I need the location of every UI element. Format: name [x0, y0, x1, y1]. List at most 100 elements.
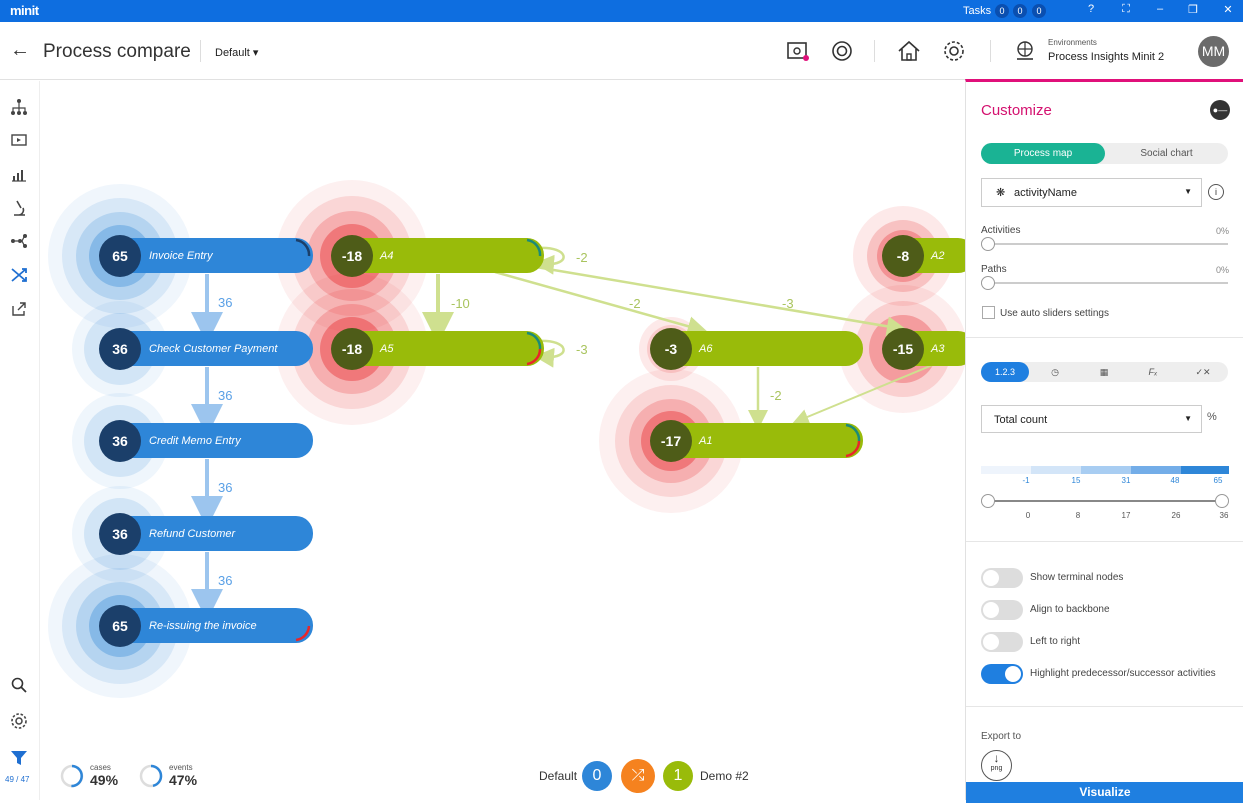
tab-social-chart[interactable]: Social chart [1105, 143, 1228, 164]
help-icon[interactable]: ? [1083, 3, 1099, 15]
node-count: -17 [660, 433, 682, 449]
filter-icon[interactable] [10, 749, 28, 767]
image-settings-icon[interactable] [784, 37, 812, 65]
scale-band [1131, 466, 1181, 474]
cases-value: 49% [90, 772, 119, 788]
info-icon[interactable]: i [1208, 184, 1224, 200]
tab-process-map[interactable]: Process map [981, 143, 1105, 164]
metric-tabs: 1.2.3 ◷ ▦ Fₓ ✓✕ [981, 362, 1228, 382]
paths-slider-track[interactable] [988, 282, 1228, 284]
scale-bottom-label: 0 [1025, 511, 1031, 520]
hierarchy-icon[interactable] [10, 98, 28, 116]
terminal-nodes-toggle[interactable] [981, 568, 1023, 588]
hierarchy-icon: ❋ [996, 187, 1006, 199]
task-count-badge[interactable]: 0 [1013, 4, 1027, 18]
restore-icon[interactable]: ❐ [1185, 3, 1201, 16]
function-icon[interactable]: Fₓ [1129, 362, 1177, 382]
search-icon[interactable] [10, 676, 28, 694]
environments-label: Environments [1048, 38, 1097, 47]
process-map[interactable]: 65 Invoice Entry 36 Check Customer Payme… [41, 81, 965, 800]
node-count: -15 [892, 341, 914, 357]
scale-band [1081, 466, 1131, 474]
pin-icon[interactable]: ●— [1210, 100, 1230, 120]
toggle-label: Align to backbone [1030, 604, 1110, 615]
toggle-label: Show terminal nodes [1030, 572, 1124, 583]
view-select-value: Default [215, 47, 250, 59]
export-png-button[interactable]: ↓ png [981, 750, 1012, 781]
paths-label: Paths [981, 264, 1007, 275]
export-icon[interactable] [10, 300, 28, 318]
edge-label: -3 [576, 342, 588, 357]
compare-icon[interactable] [10, 266, 28, 284]
left-to-right-toggle[interactable] [981, 632, 1023, 652]
scale-slider-min-handle[interactable] [981, 494, 995, 508]
gear-icon[interactable] [940, 37, 968, 65]
page-title: Process compare [43, 41, 191, 62]
scale-top-label: 15 [1071, 476, 1081, 485]
highlight-activities-toggle[interactable] [981, 664, 1023, 684]
scale-top-label: -1 [1022, 476, 1030, 485]
download-icon: ↓ [993, 751, 1000, 765]
minimize-icon[interactable]: – [1152, 3, 1168, 15]
microscope-icon[interactable] [10, 199, 28, 217]
align-backbone-toggle[interactable] [981, 600, 1023, 620]
tab-frequency[interactable]: 1.2.3 [981, 362, 1029, 382]
toggle-knob [983, 570, 999, 586]
close-icon[interactable]: ✕ [1220, 3, 1236, 16]
metric-value: Total count [994, 414, 1048, 426]
flow-icon[interactable] [10, 232, 28, 250]
scale-slider-track[interactable] [988, 500, 1222, 502]
export-format: png [990, 765, 1003, 772]
clock-icon[interactable]: ◷ [1031, 362, 1079, 382]
activities-label: Activities [981, 225, 1021, 236]
header: ← Process compare Default ▾ Environments… [0, 22, 1243, 80]
gear-icon[interactable] [10, 712, 28, 730]
swap-icon[interactable]: ⤮ [621, 759, 655, 793]
target-icon[interactable] [828, 37, 856, 65]
presentation-icon[interactable] [10, 132, 28, 150]
scale-top-label: 31 [1121, 476, 1131, 485]
home-icon[interactable] [895, 37, 923, 65]
avatar[interactable]: MM [1198, 36, 1229, 67]
legend-left-label: Default [539, 769, 578, 783]
tasks-label[interactable]: Tasks [963, 5, 991, 17]
node-count: 36 [112, 341, 128, 357]
node-count: 36 [112, 526, 128, 542]
view-toggle: Process map Social chart [981, 143, 1228, 164]
edge-label: 36 [218, 480, 233, 495]
legend-left-badge: 0 [582, 761, 612, 791]
edge-label: 36 [218, 295, 233, 310]
scale-bottom-label: 26 [1171, 511, 1181, 520]
title-bar: minit Tasks 0 0 0 ? ⛶ – ❐ ✕ [0, 0, 1243, 22]
edge-label: -10 [451, 296, 470, 311]
customize-panel: Customize ●— Process map Social chart ❋ … [965, 79, 1243, 803]
edge-label: 36 [218, 573, 233, 588]
chart-icon[interactable] [10, 166, 28, 184]
node-label: A6 [699, 343, 713, 355]
activities-slider-track[interactable] [988, 243, 1228, 245]
divider [874, 40, 875, 62]
activities-slider-handle[interactable] [981, 237, 995, 251]
node-label: Credit Memo Entry [149, 435, 241, 447]
fullscreen-icon[interactable]: ⛶ [1118, 3, 1134, 16]
task-count-badge[interactable]: 0 [1032, 4, 1046, 18]
check-cross-icon[interactable]: ✓✕ [1178, 362, 1228, 382]
auto-sliders-checkbox[interactable] [982, 306, 995, 319]
scale-slider-max-handle[interactable] [1215, 494, 1229, 508]
toggle-knob [983, 602, 999, 618]
node-label: Refund Customer [149, 528, 236, 540]
briefcase-icon[interactable]: ▦ [1080, 362, 1128, 382]
node-count: 65 [112, 618, 128, 634]
attribute-select[interactable]: ❋ activityName ▼ [981, 178, 1202, 207]
task-count-badge[interactable]: 0 [995, 4, 1009, 18]
view-select[interactable]: Default ▾ [215, 46, 258, 59]
metric-select[interactable]: Total count ▼ [981, 405, 1202, 433]
scale-top-label: 65 [1213, 476, 1223, 485]
percent-toggle[interactable]: % [1207, 411, 1217, 423]
node-count: -3 [664, 341, 678, 357]
toggle-knob [983, 634, 999, 650]
back-arrow-icon[interactable]: ← [10, 39, 30, 62]
paths-slider-handle[interactable] [981, 276, 995, 290]
node-label: Check Customer Payment [149, 343, 278, 355]
environment-value[interactable]: Process Insights Minit 2 [1048, 51, 1164, 63]
